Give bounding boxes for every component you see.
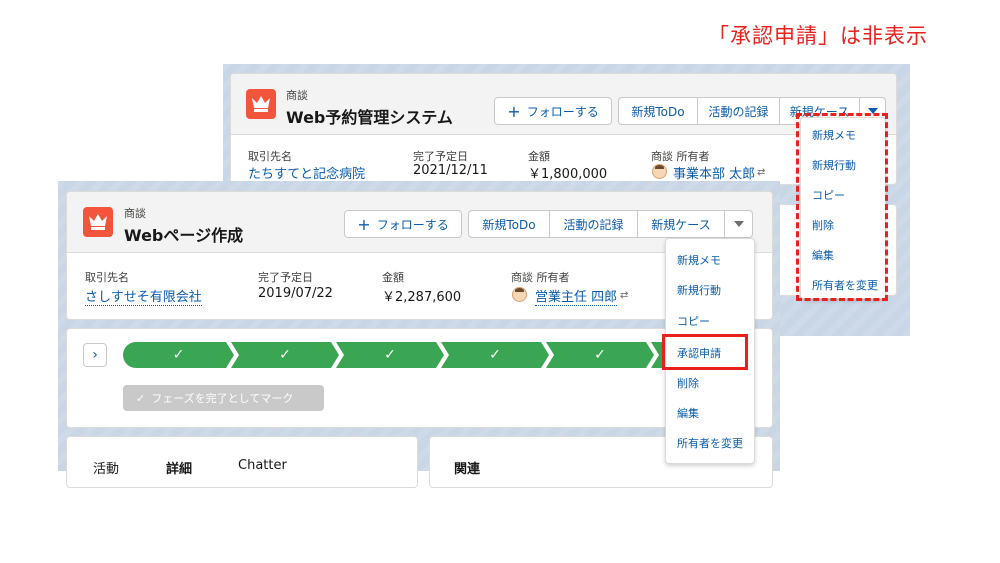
log-activity-button[interactable]: 活動の記録 [550,210,638,238]
plus-icon: + [507,101,521,121]
owner-label: 商談 所有者 [651,150,710,163]
owner-link[interactable]: 営業主任 四郎 [535,286,618,306]
mark-stage-complete-button[interactable]: ✓ フェーズを完了としてマーク [123,385,324,411]
owner-label: 商談 所有者 [511,271,570,284]
check-icon: ✓ [136,391,146,405]
account-label: 取引先名 [85,271,129,284]
owner-avatar [652,164,667,179]
tab-chatter[interactable]: Chatter [238,458,287,473]
account-link[interactable]: たちすてと記念病院 [248,163,366,183]
amount-value: ￥2,287,600 [382,290,462,305]
path-stage-5[interactable]: ✓ [546,342,654,368]
record-name: Web予約管理システム [286,108,453,127]
crown-icon [83,207,113,237]
path-stage-4[interactable]: ✓ [441,342,549,368]
hidden-item-callout [796,113,888,301]
annotation-heading: 「承認申請」は非表示 [708,24,928,48]
object-type-label: 商談 [124,207,146,220]
menu-item-copy[interactable]: コピー [666,313,754,329]
close-date-value: 2019/07/22 [258,286,333,301]
menu-item-delete[interactable]: 削除 [666,375,754,391]
tab-details[interactable]: 詳細 [166,458,192,477]
menu-item-new-event[interactable]: 新規行動 [666,282,754,298]
path-stage-2[interactable]: ✓ [231,342,339,368]
account-link[interactable]: さしすせそ有限会社 [85,286,202,306]
amount-label: 金額 [382,271,404,284]
close-date-value: 2021/12/11 [413,163,488,178]
activity-panel: 活動 詳細 Chatter [66,436,418,488]
new-todo-button[interactable]: 新規ToDo [618,97,698,125]
account-label: 取引先名 [248,150,292,163]
change-owner-icon[interactable]: ⇄ [620,290,628,301]
crown-icon [246,89,276,119]
log-activity-button[interactable]: 活動の記録 [698,97,780,125]
amount-value: ￥1,800,000 [528,167,608,182]
object-type-label: 商談 [286,89,308,102]
record-name: Webページ作成 [124,226,244,245]
new-todo-button[interactable]: 新規ToDo [468,210,550,238]
follow-button[interactable]: + フォローする [494,97,612,125]
owner-link[interactable]: 事業本部 太郎 [673,163,756,183]
tab-activity[interactable]: 活動 [93,458,119,477]
follow-button[interactable]: + フォローする [344,210,462,238]
tab-related[interactable]: 関連 [454,458,480,477]
close-date-label: 完了予定日 [413,150,468,163]
path-stage-1[interactable]: ✓ [123,342,234,368]
path-toggle-button[interactable]: › [83,343,107,367]
menu-item-edit[interactable]: 編集 [666,405,754,421]
chevron-down-icon [733,221,744,227]
front-screenshot: 商談 Webページ作成 + フォローする 新規ToDo 活動の記録 新規ケース 取… [58,181,780,488]
change-owner-icon[interactable]: ⇄ [757,167,765,178]
owner-avatar [512,287,527,302]
path-stage-3[interactable]: ✓ [336,342,444,368]
new-case-button[interactable]: 新規ケース [638,210,725,238]
menu-item-new-note[interactable]: 新規メモ [666,252,754,268]
menu-item-change-owner[interactable]: 所有者を変更 [666,435,754,451]
approval-request-highlight [662,334,748,370]
more-actions-button[interactable] [725,210,753,238]
close-date-label: 完了予定日 [258,271,313,284]
plus-icon: + [357,214,371,234]
amount-label: 金額 [528,150,550,163]
